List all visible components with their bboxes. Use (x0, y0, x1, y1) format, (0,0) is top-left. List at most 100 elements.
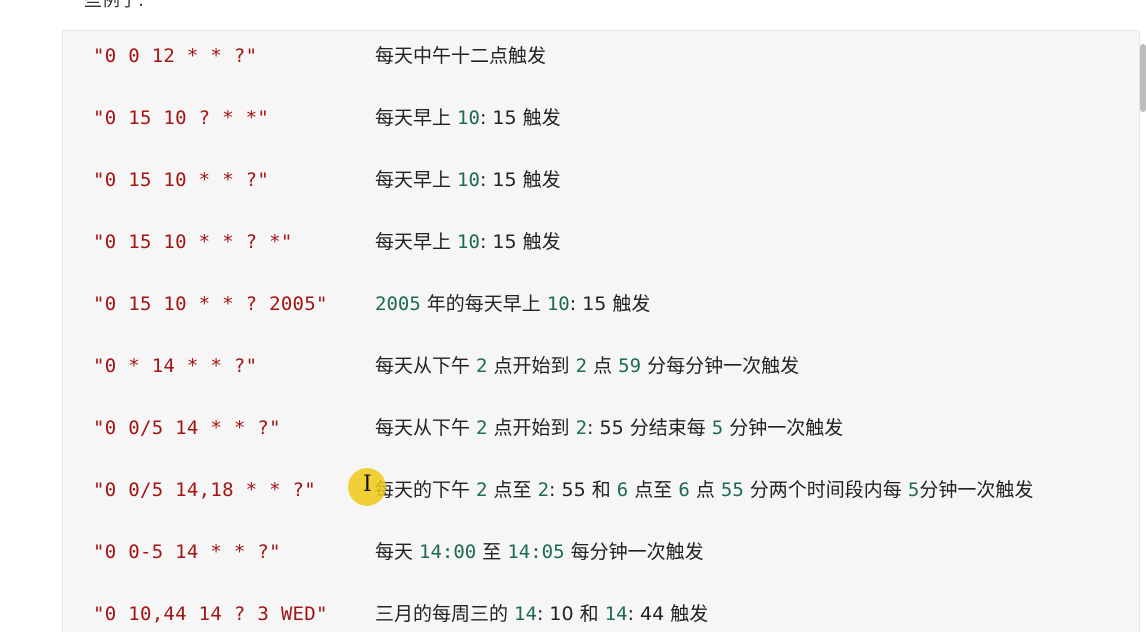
number-token: 14:05 (507, 541, 565, 563)
text-token: 每天从下午 (375, 355, 477, 377)
cron-description: 每天早上 10: 15 触发 (375, 103, 561, 133)
text-cursor-icon: I (363, 472, 372, 497)
intro-text-fragment: 些例子: (84, 0, 145, 11)
cron-row: "0 * 14 * * ?" 每天从下午 2 点开始到 2 点 59 分每分钟一次… (63, 351, 1139, 381)
number-token: 2005 (375, 293, 421, 315)
text-token: 44 (640, 603, 665, 625)
text-token: : (587, 417, 600, 439)
cron-description: 每天的下午 2 点至 2: 55 和 6 点至 6 点 55 分两个时间段内每 … (375, 475, 1033, 505)
text-token: 55 (561, 479, 586, 501)
cron-expression: "0 15 10 * * ? *" (93, 231, 293, 253)
code-block: "0 0 12 * * ?" 每天中午十二点触发 "0 15 10 ? * *" 每天… (62, 30, 1140, 632)
text-token: 每天 (375, 541, 420, 563)
cron-description: 每天中午十二点触发 (375, 41, 546, 71)
number-token: 2 (575, 355, 588, 377)
number-token: 2 (476, 355, 488, 377)
text-token: 点 (587, 355, 619, 377)
text-token: : (479, 231, 493, 253)
text-token: 和 (585, 479, 617, 501)
cron-description: 每天早上 10: 15 触发 (375, 227, 561, 257)
text-token: 每天早上 (375, 169, 458, 191)
text-token: 分每分钟一次触发 (641, 355, 800, 377)
number-token: 10 (457, 231, 480, 253)
cron-expression: "0 0 12 * * ?" (93, 45, 258, 67)
cron-description: 每天早上 10: 15 触发 (375, 165, 561, 195)
cron-row: "0 0-5 14 * * ?" 每天 14:00 至 14:05 每分钟一次触发 (63, 537, 1139, 567)
text-token: 触发 (606, 293, 651, 315)
text-token: 55 (599, 417, 624, 439)
text-token: 年的每天早上 (420, 293, 547, 315)
text-token: 分钟一次触发 (723, 417, 844, 439)
cron-row: "0 15 10 ? * *" 每天早上 10: 15 触发 (63, 103, 1139, 133)
cron-expression: "0 * 14 * * ?" (93, 355, 258, 377)
text-token: 每天中午十二点触发 (375, 45, 547, 67)
text-token: 15 (492, 107, 517, 129)
text-token: 触发 (516, 231, 561, 253)
cron-expression: "0 15 10 * * ?" (93, 169, 270, 191)
text-token: 15 (492, 169, 517, 191)
text-token: 三月的每周三的 (375, 603, 515, 625)
number-token: 2 (476, 417, 488, 439)
cron-row: "0 10,44 14 ? 3 WED" 三月的每周三的 14: 10 和 14:… (63, 599, 1139, 629)
text-token: 每天早上 (375, 107, 458, 129)
text-token: : (536, 603, 550, 625)
number-token: 14 (514, 603, 537, 625)
number-token: 14:00 (419, 541, 477, 563)
cron-expression: "0 15 10 ? * *" (93, 107, 270, 129)
number-token: 2 (537, 479, 550, 501)
cron-expression: "0 15 10 * * ? 2005" (93, 293, 328, 315)
text-token: 点至 (487, 479, 538, 501)
number-token: 6 (616, 479, 629, 501)
number-token: 5 (711, 417, 724, 439)
cron-description: 三月的每周三的 14: 10 和 14: 44 触发 (375, 599, 708, 629)
text-token: 点开始到 (487, 417, 576, 439)
text-token: 点至 (628, 479, 679, 501)
text-token: 15 (492, 231, 517, 253)
number-token: 2 (476, 479, 488, 501)
number-token: 5 (907, 479, 920, 501)
text-token: 10 (549, 603, 574, 625)
text-token: 每天从下午 (375, 417, 477, 439)
text-token: 15 (582, 293, 607, 315)
text-token: 触发 (664, 603, 709, 625)
text-token: 点开始到 (487, 355, 576, 377)
text-token: : (549, 479, 562, 501)
scrollbar-thumb[interactable] (1140, 44, 1146, 112)
cron-expression: "0 0/5 14 * * ?" (93, 417, 281, 439)
text-token: 点 (689, 479, 721, 501)
cron-expression: "0 10,44 14 ? 3 WED" (93, 603, 328, 625)
cron-row: "0 15 10 * * ?" 每天早上 10: 15 触发 (63, 165, 1139, 195)
text-token: 触发 (516, 107, 561, 129)
text-token: : (627, 603, 641, 625)
cron-row: "0 15 10 * * ? *" 每天早上 10: 15 触发 (63, 227, 1139, 257)
cron-expression: "0 0/5 14,18 * * ?" (93, 479, 317, 501)
number-token: 55 (720, 479, 744, 501)
cron-description: 每天从下午 2 点开始到 2: 55 分结束每 5 分钟一次触发 (375, 413, 843, 443)
text-token: 分两个时间段内每 (743, 479, 908, 501)
text-token: : (479, 169, 493, 191)
number-token: 2 (575, 417, 588, 439)
text-token: 每天早上 (375, 231, 458, 253)
number-token: 59 (618, 355, 642, 377)
text-token: 触发 (516, 169, 561, 191)
cron-expression: "0 0-5 14 * * ?" (93, 541, 281, 563)
text-token: 每天的下午 (375, 479, 477, 501)
cron-description: 2005 年的每天早上 10: 15 触发 (375, 289, 650, 319)
number-token: 14 (604, 603, 628, 625)
cron-description: 每天 14:00 至 14:05 每分钟一次触发 (375, 537, 704, 567)
cron-description: 每天从下午 2 点开始到 2 点 59 分每分钟一次触发 (375, 351, 799, 381)
cron-row: "0 0/5 14 * * ?" 每天从下午 2 点开始到 2: 55 分结束每 … (63, 413, 1139, 443)
cron-row: "0 15 10 * * ? 2005" 2005 年的每天早上 10: 15 触… (63, 289, 1139, 319)
cron-row: "0 0/5 14,18 * * ?" 每天的下午 2 点至 2: 55 和 6 … (63, 475, 1139, 505)
text-token: 和 (573, 603, 605, 625)
text-token: 分结束每 (623, 417, 712, 439)
text-token: 至 (476, 541, 508, 563)
number-token: 10 (546, 293, 570, 315)
number-token: 10 (457, 169, 480, 191)
text-token: : (479, 107, 493, 129)
text-token: 分钟一次触发 (919, 479, 1034, 501)
number-token: 6 (678, 479, 690, 501)
cron-row: "0 0 12 * * ?" 每天中午十二点触发 (63, 41, 1139, 71)
text-token: : (569, 293, 583, 315)
text-token: 每分钟一次触发 (564, 541, 704, 563)
